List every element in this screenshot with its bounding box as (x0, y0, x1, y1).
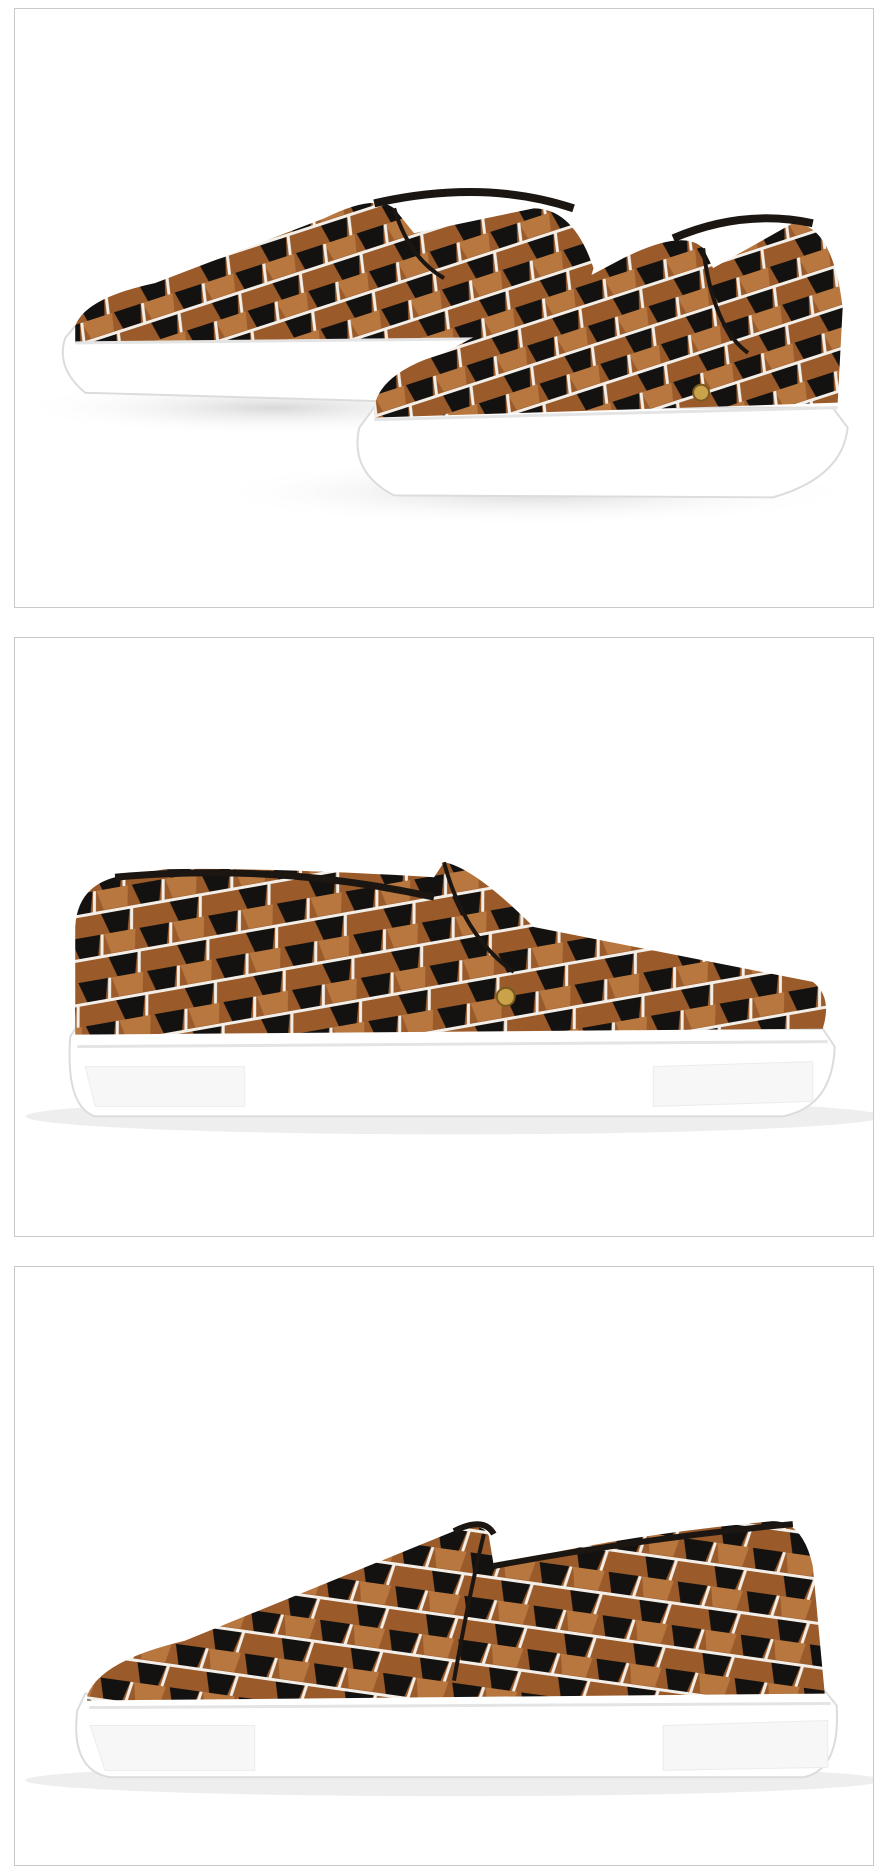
sneaker-inner-side-illustration (25, 1521, 873, 1797)
sneaker-side-illustration (25, 861, 873, 1135)
product-image-pair-view (14, 8, 874, 608)
sneaker-pair-illustration (15, 188, 863, 527)
product-image-side-view (14, 637, 874, 1237)
gold-stud (692, 383, 711, 402)
product-image-inner-side-view (14, 1266, 874, 1866)
sneaker-side-left (75, 1521, 839, 1779)
gold-stud (495, 986, 516, 1007)
sneaker-side-right (68, 861, 836, 1118)
